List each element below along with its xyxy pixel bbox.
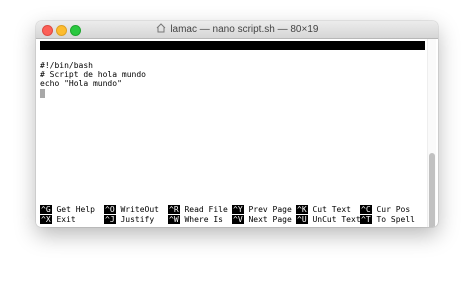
shortcut-label: Cut Text	[312, 205, 351, 214]
shortcut-label: WriteOut	[120, 205, 159, 214]
shortcut-label: Exit	[56, 215, 76, 224]
shortcut-label: UnCut Text	[312, 215, 361, 224]
shortcut-get-help[interactable]: ^G Get Help	[40, 205, 95, 214]
shortcut-exit[interactable]: ^X Exit	[40, 215, 76, 224]
shortcut-cut-text[interactable]: ^K Cut Text	[296, 205, 351, 214]
nano-version: GNU nano 2.0.6	[50, 50, 118, 59]
shortcut-key: ^W	[168, 215, 180, 224]
shortcut-label: Get Help	[56, 205, 95, 214]
shortcut-key: ^J	[104, 215, 116, 224]
shortcut-key: ^G	[40, 205, 52, 214]
window-title-container: lamac — nano script.sh — 80×19	[36, 23, 438, 35]
shortcut-writeout[interactable]: ^O WriteOut	[104, 205, 159, 214]
shortcut-key: ^C	[360, 205, 372, 214]
home-icon	[156, 23, 165, 33]
shortcut-key: ^R	[168, 205, 180, 214]
shortcut-where-is[interactable]: ^W Where Is	[168, 215, 223, 224]
modified-status: Modified	[383, 68, 422, 77]
shortcut-prev-page[interactable]: ^Y Prev Page	[232, 205, 292, 214]
shortcut-label: Justify	[120, 215, 155, 224]
shortcut-label: To Spell	[376, 215, 415, 224]
shortcut-key: ^X	[40, 215, 52, 224]
shortcut-bar: ^G Get Help ^O WriteOut ^R Read File ^Y …	[40, 203, 425, 225]
shortcut-label: Cur Pos	[376, 205, 411, 214]
shortcut-label: Next Page	[248, 215, 292, 224]
shortcut-key: ^U	[296, 215, 308, 224]
terminal-content[interactable]: GNU nano 2.0.6 File: script.sh Modified …	[36, 39, 427, 227]
terminal-window: lamac — nano script.sh — 80×19 GNU nano …	[36, 21, 438, 227]
shortcut-justify[interactable]: ^J Justify	[104, 215, 154, 224]
shortcut-key: ^V	[232, 215, 244, 224]
editor-line[interactable]: #!/bin/bash	[40, 61, 93, 70]
nano-header-bar: GNU nano 2.0.6 File: script.sh Modified	[40, 41, 425, 77]
scrollbar-thumb[interactable]	[429, 153, 435, 227]
shortcut-next-page[interactable]: ^V Next Page	[232, 215, 292, 224]
shortcut-key: ^Y	[232, 205, 244, 214]
shortcut-key: ^T	[360, 215, 372, 224]
editor-line[interactable]: # Script de hola mundo	[40, 70, 146, 79]
text-cursor	[40, 89, 45, 98]
title-bar[interactable]: lamac — nano script.sh — 80×19	[36, 21, 438, 39]
shortcut-cur-pos[interactable]: ^C Cur Pos	[360, 205, 410, 214]
editor-line[interactable]: echo "Hola mundo"	[40, 79, 122, 88]
window-title: lamac — nano script.sh — 80×19	[170, 24, 319, 35]
shortcut-label: Prev Page	[248, 205, 292, 214]
shortcut-key: ^O	[104, 205, 116, 214]
file-name: File: script.sh	[190, 59, 263, 68]
shortcut-read-file[interactable]: ^R Read File	[168, 205, 228, 214]
shortcut-label: Read File	[184, 205, 228, 214]
shortcut-label: Where Is	[184, 215, 223, 224]
shortcut-uncut-text[interactable]: ^U UnCut Text	[296, 215, 361, 224]
shortcut-key: ^K	[296, 205, 308, 214]
shortcut-to-spell[interactable]: ^T To Spell	[360, 215, 415, 224]
scrollbar[interactable]	[427, 39, 436, 227]
